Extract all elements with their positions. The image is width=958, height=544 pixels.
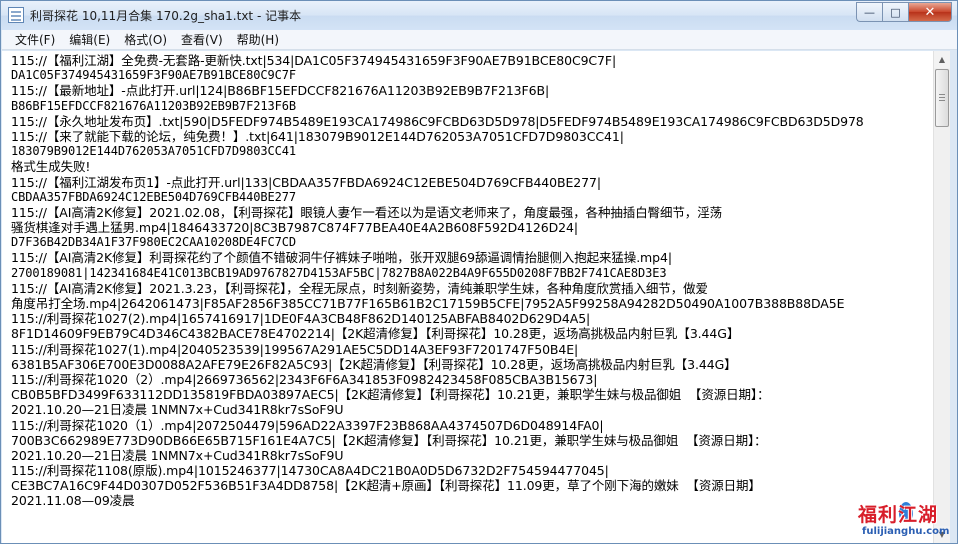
caption-buttons: — □ ✕ (856, 2, 952, 22)
text-line: CB0B5BFD3499F633112DD135819FBDA03897AEC5… (11, 387, 770, 403)
text-line: CE3BC7A16C9F44D0307D052F536B51F3A4DD8758… (11, 478, 761, 494)
text-line: 2021.10.20—21日凌晨 1NMN7x+Cud341R8kr7sSoF9… (11, 447, 344, 463)
text-line: 2021.10.20—21日凌晨 1NMN7x+Cud341R8kr7sSoF9… (11, 402, 344, 418)
title-bar[interactable]: 利哥探花 10,11月合集 170.2g_sha1.txt - 记事本 — □ … (1, 1, 957, 30)
text-line: 183079B9012E144D762053A7051CFD7D9803CC41 (11, 144, 296, 159)
text-line: B86BF15EFDCCF821676A11203B92EB9B7F213F6B (11, 98, 296, 113)
close-button[interactable]: ✕ (908, 2, 952, 22)
text-line: 115://【来了就能下载的论坛，纯免费！】.txt|641|183079B90… (11, 128, 624, 144)
window-title: 利哥探花 10,11月合集 170.2g_sha1.txt - 记事本 (30, 9, 302, 23)
menu-format[interactable]: 格式(O) (117, 30, 174, 50)
menu-bar: 文件(F) 编辑(E) 格式(O) 查看(V) 帮助(H) (2, 30, 957, 50)
text-line: 115://【AI高清2K修复】利哥探花约了个颜值不错破洞牛仔裤妹子啪啪，张开双… (11, 250, 672, 266)
text-line: CBDAA357FBDA6924C12EBE504D769CFB440BE277 (11, 189, 296, 204)
scroll-thumb[interactable] (935, 69, 949, 127)
menu-help[interactable]: 帮助(H) (230, 30, 286, 50)
text-line: D7F36B42DB34A1F37F980EC2CAA10208DE4FC7CD (11, 235, 296, 250)
menu-file[interactable]: 文件(F) (8, 30, 62, 50)
text-line: 115://利哥探花1027(2).mp4|1657416917|1DE0F4A… (11, 311, 591, 327)
scroll-up-button[interactable]: ▲ (934, 51, 950, 68)
text-line: 115://利哥探花1027(1).mp4|2040523539|199567A… (11, 341, 579, 357)
text-line: 115://【永久地址发布页】.txt|590|D5FEDF974B5489E1… (11, 113, 864, 129)
menu-view[interactable]: 查看(V) (174, 30, 230, 50)
text-line: 8F1D14609F9EB79C4D346C4382BACE78E4702214… (11, 326, 740, 342)
text-line: 115://利哥探花1108(原版).mp4|1015246377|14730C… (11, 463, 609, 479)
menu-edit[interactable]: 编辑(E) (62, 30, 117, 50)
notepad-icon[interactable] (8, 7, 24, 23)
text-line: 2021.11.08—09凌晨 (11, 493, 135, 509)
text-line: 115://利哥探花1020（2）.mp4|2669736562|2343F6F… (11, 371, 598, 387)
vertical-scrollbar[interactable]: ▲ ▼ (933, 51, 950, 543)
text-line: 6381B5AF306E700E3D0088A2AFE79E26F82A5C93… (11, 356, 737, 372)
text-line: 115://【福利江湖发布页1】-点此打开.url|133|CBDAA357FB… (11, 174, 601, 190)
site-watermark: 福利江湖 fulijianghu.com (852, 497, 956, 543)
watermark-url: fulijianghu.com (862, 526, 950, 537)
maximize-button[interactable]: □ (882, 2, 908, 22)
text-line: 115://【AI高清2K修复】2021.3.23，【利哥探花】，全程无尿点，时… (11, 280, 708, 296)
text-line: 115://【福利江湖】全免费-无套路-更新快.txt|534|DA1C05F3… (11, 53, 617, 68)
watermark-title: 福利江湖 (858, 504, 939, 526)
text-line: 骚货棋逢对手遇上猛男.mp4|1846433720|8C3B7987C874F7… (11, 220, 578, 236)
text-line: 700B3C662989E773D90DB66E65B715F161E4A7C5… (11, 432, 767, 448)
text-line: 角度吊打全场.mp4|2642061473|F85AF2856F385CC71B… (11, 296, 845, 311)
minimize-button[interactable]: — (856, 2, 882, 22)
text-line: 2700189081|142341684E41C013BCB19AD976782… (11, 265, 667, 280)
notepad-window: 利哥探花 10,11月合集 170.2g_sha1.txt - 记事本 — □ … (0, 0, 958, 544)
text-line: 115://【AI高清2K修复】2021.02.08，【利哥探花】眼镜人妻乍一看… (11, 204, 723, 220)
text-content: 115://【福利江湖】全免费-无套路-更新快.txt|534|DA1C05F3… (11, 53, 864, 509)
text-line: DA1C05F374945431659F3F90AE7B91BCE80C9C7F (11, 68, 296, 83)
text-line: 115://【最新地址】-点此打开.url|124|B86BF15EFDCCF8… (11, 83, 550, 99)
text-line: 115://利哥探花1020（1）.mp4|2072504479|596AD22… (11, 417, 604, 433)
text-line: 格式生成失败! (11, 159, 91, 175)
text-editor[interactable]: 115://【福利江湖】全免费-无套路-更新快.txt|534|DA1C05F3… (2, 51, 933, 543)
